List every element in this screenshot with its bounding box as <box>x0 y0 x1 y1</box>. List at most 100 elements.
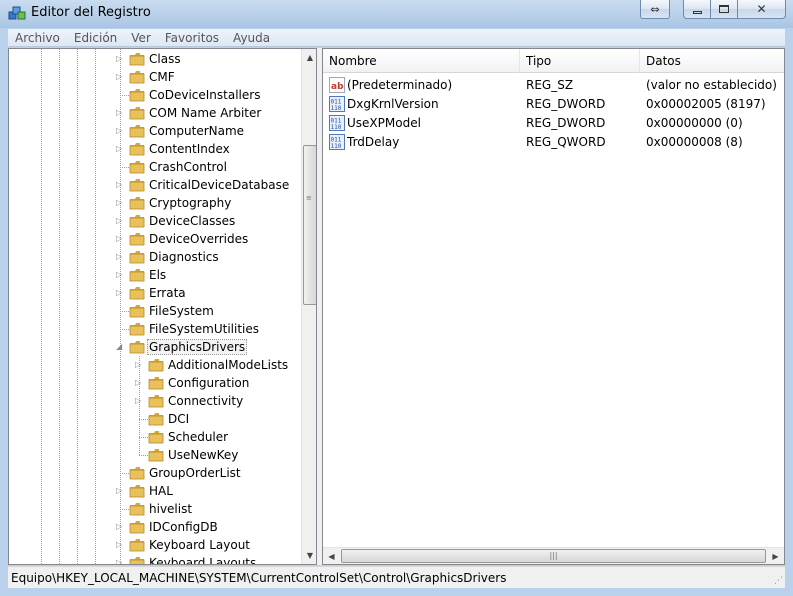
tree-item[interactable]: ▷ Cryptography <box>9 194 301 212</box>
tree-item[interactable]: ▷ DeviceOverrides <box>9 230 301 248</box>
expand-arrow-icon[interactable]: ▷ <box>135 378 144 387</box>
list-horizontal-scrollbar[interactable]: ◀ ||| ▶ <box>323 547 784 564</box>
tree-item-label: GroupOrderList <box>149 466 241 480</box>
expand-arrow-icon[interactable]: ▷ <box>116 270 125 279</box>
folder-icon <box>129 502 145 516</box>
expand-arrow-icon[interactable]: ▷ <box>116 108 125 117</box>
tree-item[interactable]: ▷ Class <box>9 50 301 68</box>
current-key-path: Equipo\HKEY_LOCAL_MACHINE\SYSTEM\Current… <box>11 571 507 585</box>
expand-arrow-icon[interactable]: ▷ <box>116 198 125 207</box>
double-arrow-icon: ⇔ <box>650 2 660 16</box>
tree-item[interactable]: UseNewKey <box>9 446 301 464</box>
table-row[interactable]: 011 110 DxgKrnlVersion REG_DWORD 0x00002005 … <box>323 95 784 114</box>
table-row[interactable]: 011 110 UseXPModel REG_DWORD 0x00000000 (0) <box>323 114 784 133</box>
folder-icon <box>129 322 145 336</box>
tree-item[interactable]: ▷ AdditionalModeLists <box>9 356 301 374</box>
minimize-button[interactable] <box>683 0 711 19</box>
values-list-pane[interactable]: Nombre Tipo Datos ab (Predeterminado) REG_… <box>322 48 785 565</box>
tree-item[interactable]: FileSystemUtilities <box>9 320 301 338</box>
column-header-nombre[interactable]: Nombre <box>323 49 520 73</box>
tree-item[interactable]: ▷ ComputerName <box>9 122 301 140</box>
resize-button[interactable]: ⇔ <box>640 0 670 19</box>
svg-text:ab: ab <box>331 82 344 92</box>
scroll-right-arrow-icon[interactable]: ▶ <box>767 548 784 564</box>
expand-arrow-icon[interactable]: ▷ <box>116 252 125 261</box>
tree-item[interactable]: FileSystem <box>9 302 301 320</box>
tree-item-label: Class <box>149 52 181 66</box>
binary-value-icon: 011 110 <box>329 134 345 150</box>
expand-arrow-icon[interactable]: ▷ <box>116 144 125 153</box>
tree-item[interactable]: ▷ Els <box>9 266 301 284</box>
tree-item[interactable]: Scheduler <box>9 428 301 446</box>
cell-data: 0x00000008 (8) <box>646 135 743 149</box>
cell-type: REG_SZ <box>526 78 574 92</box>
expand-arrow-icon[interactable]: ▷ <box>116 180 125 189</box>
tree-item[interactable]: ▷ Configuration <box>9 374 301 392</box>
table-row[interactable]: ab (Predeterminado) REG_SZ (valor no establ… <box>323 76 784 95</box>
tree-item[interactable]: CoDeviceInstallers <box>9 86 301 104</box>
scroll-down-arrow-icon[interactable]: ▼ <box>302 547 316 564</box>
menu-ayuda[interactable]: Ayuda <box>226 31 277 45</box>
expand-arrow-icon[interactable]: ▷ <box>116 234 125 243</box>
tree-item[interactable]: ▷ DeviceClasses <box>9 212 301 230</box>
column-header-datos[interactable]: Datos <box>640 49 784 73</box>
expand-arrow-icon[interactable]: ▷ <box>135 396 144 405</box>
menu-archivo[interactable]: Archivo <box>8 31 67 45</box>
tree-item[interactable]: DCI <box>9 410 301 428</box>
list-header: Nombre Tipo Datos <box>323 49 784 73</box>
menu-favoritos[interactable]: Favoritos <box>158 31 226 45</box>
tree-item[interactable]: ▷ Connectivity <box>9 392 301 410</box>
svg-text:110: 110 <box>331 105 342 112</box>
tree-scroll-thumb[interactable] <box>303 145 316 305</box>
tree-vertical-scrollbar[interactable]: ▲ ≡ ▼ <box>301 49 316 564</box>
menu-ver[interactable]: Ver <box>124 31 158 45</box>
tree-item-label: CMF <box>149 70 175 84</box>
expand-arrow-icon[interactable]: ▷ <box>135 360 144 369</box>
cell-name: UseXPModel <box>347 116 421 130</box>
expand-arrow-icon[interactable]: ▷ <box>116 486 125 495</box>
tree-item[interactable]: ▷ Diagnostics <box>9 248 301 266</box>
expand-arrow-icon[interactable]: ▷ <box>116 216 125 225</box>
tree-item[interactable]: ▷ IDConfigDB <box>9 518 301 536</box>
tree-item[interactable]: ▷ CMF <box>9 68 301 86</box>
tree-item-label: DeviceOverrides <box>149 232 249 246</box>
tree-item[interactable]: ▷ Errata <box>9 284 301 302</box>
scroll-left-arrow-icon[interactable]: ◀ <box>323 548 340 564</box>
maximize-button[interactable] <box>711 0 738 19</box>
scroll-up-arrow-icon[interactable]: ▲ <box>302 49 316 66</box>
scroll-grip-icon: ≡ <box>306 194 312 202</box>
cell-name: TrdDelay <box>347 135 400 149</box>
cell-type: REG_DWORD <box>526 97 606 111</box>
tree-item[interactable]: CrashControl <box>9 158 301 176</box>
column-header-tipo[interactable]: Tipo <box>520 49 640 73</box>
expand-arrow-icon[interactable]: ▷ <box>116 540 125 549</box>
folder-icon <box>129 124 145 138</box>
list-scroll-thumb[interactable]: ||| <box>341 549 766 563</box>
table-row[interactable]: 011 110 TrdDelay REG_QWORD 0x00000008 (8) <box>323 133 784 152</box>
resize-grip-icon[interactable]: ⋰ <box>774 576 783 586</box>
close-button[interactable]: ✕ <box>738 0 786 19</box>
expand-arrow-icon[interactable]: ▷ <box>116 288 125 297</box>
tree-item[interactable]: GroupOrderList <box>9 464 301 482</box>
binary-value-icon: 011 110 <box>329 96 345 112</box>
tree-item[interactable]: ◢ GraphicsDrivers <box>9 338 301 356</box>
tree-item[interactable]: hivelist <box>9 500 301 518</box>
tree-item-label: COM Name Arbiter <box>149 106 262 120</box>
expand-arrow-icon[interactable]: ▷ <box>116 558 125 564</box>
key-tree-pane[interactable]: ▷ Class ▷ CMF CoDeviceInstallers ▷ COM Name Ar… <box>8 48 317 565</box>
title-bar[interactable]: Editor del Registro ⇔ ✕ <box>0 0 793 28</box>
tree-item[interactable]: ▷ Keyboard Layouts <box>9 554 301 564</box>
tree-item[interactable]: ▷ Keyboard Layout <box>9 536 301 554</box>
collapse-arrow-icon[interactable]: ◢ <box>116 342 125 351</box>
tree-item[interactable]: ▷ CriticalDeviceDatabase <box>9 176 301 194</box>
menu-edicion[interactable]: Edición <box>67 31 124 45</box>
folder-icon <box>129 88 145 102</box>
folder-icon <box>129 106 145 120</box>
tree-item[interactable]: ▷ COM Name Arbiter <box>9 104 301 122</box>
expand-arrow-icon[interactable]: ▷ <box>116 126 125 135</box>
expand-arrow-icon[interactable]: ▷ <box>116 522 125 531</box>
tree-item[interactable]: ▷ ContentIndex <box>9 140 301 158</box>
expand-arrow-icon[interactable]: ▷ <box>116 54 125 63</box>
expand-arrow-icon[interactable]: ▷ <box>116 72 125 81</box>
tree-item[interactable]: ▷ HAL <box>9 482 301 500</box>
